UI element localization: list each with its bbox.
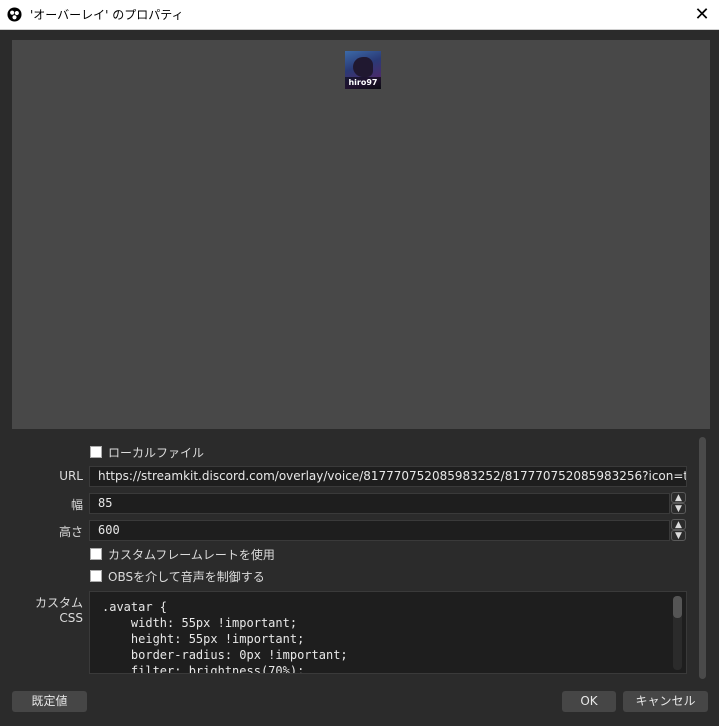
css-scrollbar-thumb[interactable] <box>673 596 682 618</box>
height-field[interactable]: 600 <box>89 520 670 541</box>
local-file-row[interactable]: ローカルファイル <box>90 443 204 461</box>
height-spinner[interactable]: ▲ ▼ <box>671 519 686 541</box>
chevron-down-icon[interactable]: ▼ <box>671 530 686 541</box>
local-file-label: ローカルファイル <box>108 445 205 460</box>
properties-scrollbar[interactable] <box>698 437 708 679</box>
custom-css-text[interactable]: .avatar { width: 55px !important; height… <box>90 592 686 673</box>
cancel-button[interactable]: キャンセル <box>623 691 708 712</box>
properties-scrollbar-thumb[interactable] <box>699 437 706 679</box>
avatar: hiro97 <box>345 51 381 89</box>
ok-button[interactable]: OK <box>562 691 616 712</box>
control-audio-row[interactable]: OBSを介して音声を制御する <box>90 567 265 585</box>
avatar-image <box>353 57 373 77</box>
custom-css-editor[interactable]: .avatar { width: 55px !important; height… <box>89 591 687 674</box>
width-field[interactable]: 85 <box>89 493 670 514</box>
obs-logo-icon <box>7 7 22 22</box>
control-audio-checkbox[interactable] <box>90 570 102 582</box>
preview-area: hiro97 <box>12 40 710 429</box>
chevron-up-icon[interactable]: ▲ <box>671 519 686 530</box>
css-scrollbar[interactable] <box>673 596 682 670</box>
url-field[interactable]: https://streamkit.discord.com/overlay/vo… <box>89 466 687 487</box>
custom-css-label: カスタム CSS <box>34 596 83 625</box>
window-title: 'オーバーレイ' のプロパティ <box>30 8 184 22</box>
chevron-up-icon[interactable]: ▲ <box>671 492 686 503</box>
width-label: 幅 <box>70 498 83 512</box>
properties-panel: ローカルファイル URL https://streamkit.discord.c… <box>0 430 719 688</box>
defaults-button[interactable]: 既定値 <box>12 691 87 712</box>
height-label: 高さ <box>58 525 83 539</box>
width-spinner[interactable]: ▲ ▼ <box>671 492 686 514</box>
custom-fps-checkbox[interactable] <box>90 548 102 560</box>
local-file-checkbox[interactable] <box>90 446 102 458</box>
control-audio-label: OBSを介して音声を制御する <box>108 569 265 584</box>
close-icon: ✕ <box>694 4 710 25</box>
footer-bar: 既定値 OK キャンセル <box>0 687 719 726</box>
chevron-down-icon[interactable]: ▼ <box>671 503 686 514</box>
title-bar: 'オーバーレイ' のプロパティ ✕ <box>0 0 719 30</box>
close-button[interactable]: ✕ <box>685 0 719 29</box>
custom-fps-label: カスタムフレームレートを使用 <box>108 547 275 562</box>
custom-fps-row[interactable]: カスタムフレームレートを使用 <box>90 545 275 563</box>
avatar-name: hiro97 <box>345 77 381 89</box>
url-label: URL <box>59 469 83 483</box>
